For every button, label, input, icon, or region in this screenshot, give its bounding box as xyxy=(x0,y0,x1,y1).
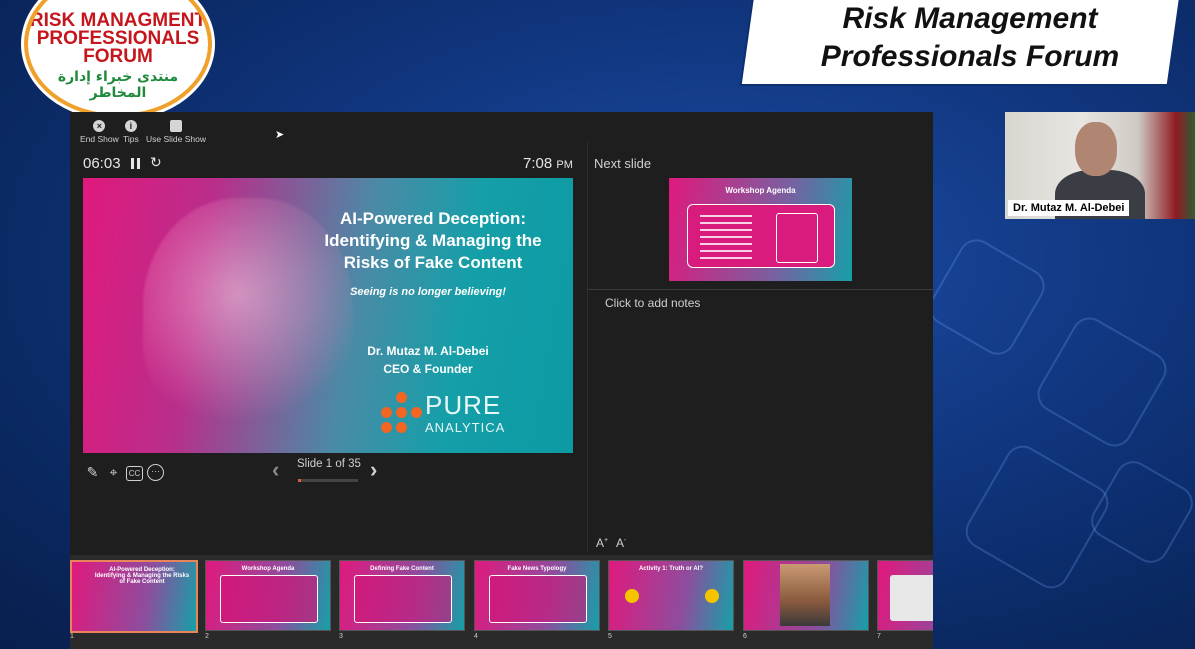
slide-thumbnail[interactable] xyxy=(743,560,869,631)
thumbnail-number: 4 xyxy=(474,633,478,640)
lightbulb-icon xyxy=(625,589,639,603)
next-slide-preview[interactable]: Workshop Agenda xyxy=(669,178,852,281)
clock-suffix: PM xyxy=(556,159,573,171)
pane-divider[interactable] xyxy=(587,142,588,552)
thumbnail-card xyxy=(354,575,452,623)
elapsed-timer: 06:03 xyxy=(83,155,121,172)
more-options-icon[interactable]: ··· xyxy=(147,464,164,481)
background-hexagon xyxy=(1084,454,1195,570)
end-show-label: End Show xyxy=(80,134,119,144)
slide-thumbnail[interactable]: Activity 1: Truth or AI? xyxy=(608,560,734,631)
close-icon: × xyxy=(93,120,106,132)
thumbnail-number: 1 xyxy=(70,633,74,640)
thumbnail-card xyxy=(489,575,587,623)
banner-line-1: Risk Management xyxy=(842,2,1098,35)
logo-dots-icon xyxy=(381,392,423,434)
thumbnail-title: AI-Powered Deception: Identifying & Mana… xyxy=(94,567,190,585)
agenda-item xyxy=(700,222,752,224)
thumbnail-card xyxy=(890,575,933,621)
clipboard-icon xyxy=(776,213,818,263)
current-clock: 7:08 PM xyxy=(523,155,573,172)
agenda-item xyxy=(700,250,752,252)
agenda-item xyxy=(700,229,752,231)
slide-thumbnail[interactable]: Fake News Typology xyxy=(474,560,600,631)
end-show-button[interactable]: × End Show xyxy=(80,120,119,144)
notes-area[interactable]: Click to add notes xyxy=(605,296,700,310)
forum-logo: RISK MANAGMENT PROFESSIONALS FORUM منتدى… xyxy=(24,0,212,118)
next-slide-title: Workshop Agenda xyxy=(725,186,796,195)
brand-line-2: ANALYTICA xyxy=(425,420,506,435)
slide-title: AI-Powered Deception: Identifying & Mana… xyxy=(293,208,573,274)
thumbnail-title: Activity 1: Truth or AI? xyxy=(638,566,704,572)
thumbnail-number: 6 xyxy=(743,633,747,640)
logo-text-english: RISK MANAGMENT PROFESSIONALS FORUM xyxy=(29,10,207,67)
webcam-name-label: Dr. Mutaz M. Al-Debei xyxy=(1008,200,1130,216)
slide-title-line-2: Identifying & Managing the xyxy=(324,231,542,250)
slide-progress-fill xyxy=(298,479,301,482)
agenda-item xyxy=(700,215,752,217)
slide-title-line-3: Risks of Fake Content xyxy=(343,253,523,272)
increase-font-button[interactable]: A+ xyxy=(596,536,608,550)
thumbnail-title: Fake News Typology xyxy=(507,566,567,572)
slide-counter: Slide 1 of 35 xyxy=(297,458,361,470)
agenda-item xyxy=(700,243,752,245)
slideshow-icon xyxy=(170,120,182,132)
slide-presenter: Dr. Mutaz M. Al-Debei CEO & Founder xyxy=(343,342,513,378)
banner-title: Risk Management Professionals Forum xyxy=(770,0,1170,76)
slide-presenter-name: Dr. Mutaz M. Al-Debei xyxy=(367,344,489,358)
slide-thumbnail[interactable]: Workshop Agenda xyxy=(205,560,331,631)
use-slide-show-label: Use Slide Show xyxy=(146,134,207,144)
slide-presenter-role: CEO & Founder xyxy=(383,362,473,376)
thumbnail-title: Defining Fake Content xyxy=(370,566,434,572)
thumbnail-card xyxy=(220,575,318,623)
thumbnail-number: 7 xyxy=(877,633,881,640)
slide-title-line-1: AI-Powered Deception: xyxy=(339,209,527,228)
background-hexagon xyxy=(1030,310,1174,454)
thumbnail-number: 2 xyxy=(205,633,209,640)
slide-thumbnail[interactable]: Defining Fake Content xyxy=(339,560,465,631)
pause-icon[interactable] xyxy=(131,158,140,169)
decrease-font-button[interactable]: A- xyxy=(616,536,626,550)
slide-progress-bar xyxy=(298,479,358,482)
thumbnail-number: 5 xyxy=(608,633,612,640)
thumbnail-number: 3 xyxy=(339,633,343,640)
previous-slide-button[interactable]: ‹ xyxy=(272,457,279,483)
slide-thumbnail[interactable]: AI-Powered Deception: Identifying & Mana… xyxy=(70,560,198,633)
banner-line-2: Professionals Forum xyxy=(820,40,1120,73)
thumbnail-title: Workshop Agenda xyxy=(241,566,295,572)
agenda-card xyxy=(687,204,835,268)
presenter-head xyxy=(1075,122,1117,176)
reset-timer-icon[interactable]: ↻ xyxy=(150,154,162,171)
pen-icon[interactable]: ✎ xyxy=(84,464,101,481)
laser-pointer-icon[interactable]: ⌖ xyxy=(105,464,122,481)
subtitles-icon[interactable]: CC xyxy=(126,466,143,481)
agenda-item xyxy=(700,257,752,259)
elapsed-time: 06:03 xyxy=(83,155,121,172)
slide-thumbnail-strip[interactable]: AI-Powered Deception: Identifying & Mana… xyxy=(70,555,933,649)
notes-divider xyxy=(587,289,933,290)
thumbnail-photo xyxy=(780,564,830,626)
use-slide-show-button[interactable]: Use Slide Show xyxy=(146,120,206,144)
current-slide-preview[interactable]: AI-Powered Deception: Identifying & Mana… xyxy=(83,178,573,453)
next-slide-button[interactable]: › xyxy=(370,457,377,483)
tips-label: Tips xyxy=(123,134,139,144)
background-hexagon xyxy=(922,232,1052,362)
slide-subtitle: Seeing is no longer believing! xyxy=(350,286,506,298)
agenda-item xyxy=(700,236,752,238)
slide-thumbnail[interactable] xyxy=(877,560,933,631)
brand-line-1: PURE xyxy=(425,390,502,420)
next-slide-label: Next slide xyxy=(594,156,652,171)
tips-button[interactable]: i Tips xyxy=(123,120,139,144)
lightbulb-icon xyxy=(705,589,719,603)
clock-time: 7:08 xyxy=(523,155,553,172)
logo-text-arabic: منتدى خبراء إدارة المخاطر xyxy=(57,69,179,101)
info-icon: i xyxy=(124,120,137,132)
mouse-cursor-icon: ➤ xyxy=(275,129,285,141)
webcam-feed: Dr. Mutaz M. Al-Debei xyxy=(1005,112,1195,219)
